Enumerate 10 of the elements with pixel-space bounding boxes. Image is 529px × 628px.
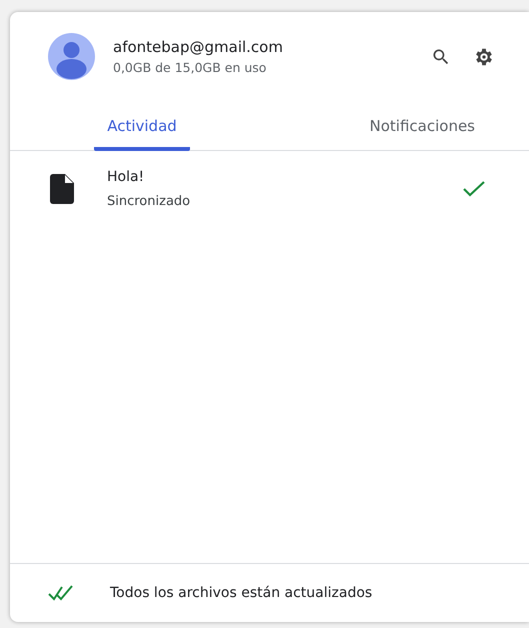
search-icon[interactable] [431,46,451,66]
file-name: Hola! [107,169,146,185]
tab[interactable]: Actividad [94,117,190,151]
storage-usage: 0,0GB de 15,0GB en uso [113,60,268,75]
status-message: Todos los archivos están actualizados [110,585,372,601]
account-email: afontebap@gmail.com [113,38,284,56]
file-icon [50,174,74,204]
avatar-icon [48,33,95,80]
sync-status: Sincronizado [107,194,192,209]
tab[interactable]: Notificaciones [370,117,475,151]
